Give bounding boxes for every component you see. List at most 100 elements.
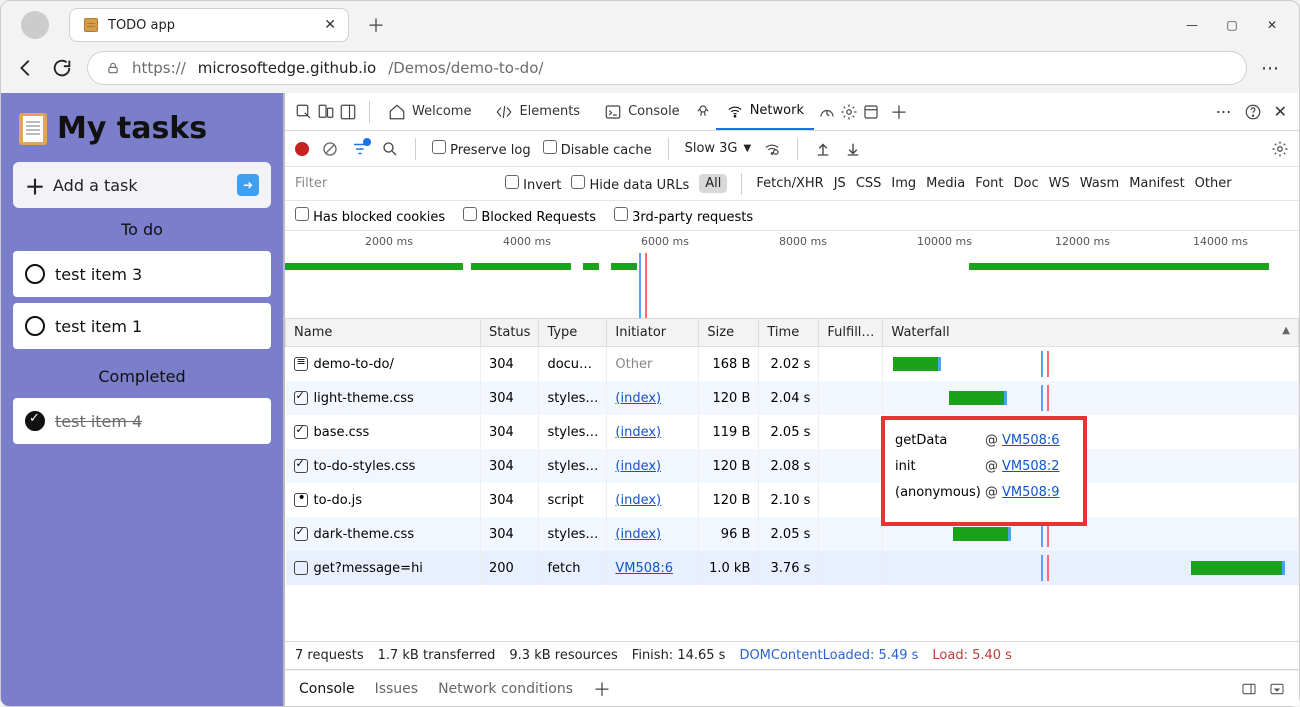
app-icon[interactable] bbox=[862, 103, 880, 121]
filter-type-doc[interactable]: Doc bbox=[1014, 176, 1039, 191]
drawer-dock-icon[interactable] bbox=[1241, 681, 1257, 697]
filter-toggle-icon[interactable] bbox=[351, 140, 369, 158]
column-header[interactable]: Size bbox=[699, 319, 759, 347]
filter-type-all[interactable]: All bbox=[699, 174, 727, 193]
import-har-button[interactable] bbox=[814, 140, 832, 158]
network-settings-icon[interactable] bbox=[1271, 140, 1289, 158]
refresh-button[interactable] bbox=[51, 57, 73, 79]
column-header[interactable]: Waterfall▲ bbox=[883, 319, 1299, 347]
dock-icon[interactable] bbox=[339, 103, 357, 121]
network-timeline-overview[interactable]: 2000 ms4000 ms6000 ms8000 ms10000 ms1200… bbox=[285, 231, 1299, 319]
filter-type-js[interactable]: JS bbox=[834, 176, 846, 191]
request-row[interactable]: base.css304styles…(index)119 B2.05 s bbox=[286, 415, 1299, 449]
drawer-tab-console[interactable]: Console bbox=[299, 681, 355, 697]
column-header[interactable]: Name bbox=[286, 319, 481, 347]
tab-title: TODO app bbox=[108, 18, 314, 33]
new-tab-button[interactable]: ＋ bbox=[357, 12, 395, 38]
more-tabs-button[interactable]: ＋ bbox=[884, 99, 914, 125]
back-button[interactable] bbox=[15, 57, 37, 79]
url-host: microsoftedge.github.io bbox=[198, 59, 376, 77]
section-todo-label: To do bbox=[13, 216, 271, 243]
filter-type-other[interactable]: Other bbox=[1195, 176, 1232, 191]
tab-elements[interactable]: Elements bbox=[485, 93, 590, 130]
profile-avatar[interactable] bbox=[21, 11, 49, 39]
network-conditions-icon[interactable] bbox=[763, 140, 781, 158]
maximize-button[interactable]: ▢ bbox=[1223, 18, 1241, 32]
task-item-completed[interactable]: test item 4 bbox=[13, 398, 271, 444]
source-link[interactable]: VM508:9 bbox=[1002, 480, 1060, 506]
drawer-add-tab-button[interactable]: ＋ bbox=[593, 676, 611, 702]
close-devtools-button[interactable]: ✕ bbox=[1274, 102, 1287, 121]
sources-icon[interactable] bbox=[694, 103, 712, 121]
gear-icon[interactable] bbox=[840, 103, 858, 121]
task-checkbox-checked[interactable] bbox=[25, 411, 45, 431]
close-window-button[interactable]: ✕ bbox=[1263, 18, 1281, 32]
filter-type-img[interactable]: Img bbox=[891, 176, 916, 191]
preserve-log-checkbox[interactable]: Preserve log bbox=[432, 140, 531, 158]
invert-checkbox[interactable]: Invert bbox=[505, 175, 561, 193]
tab-console[interactable]: Console bbox=[594, 93, 690, 130]
request-type-icon bbox=[294, 391, 308, 405]
column-header[interactable]: Time bbox=[759, 319, 819, 347]
source-link[interactable]: VM508:6 bbox=[1002, 428, 1060, 454]
close-tab-icon[interactable]: ✕ bbox=[324, 17, 336, 33]
request-row[interactable]: light-theme.css304styles…(index)120 B2.0… bbox=[286, 381, 1299, 415]
page-favicon bbox=[84, 18, 98, 32]
inspect-icon[interactable] bbox=[295, 103, 313, 121]
network-filter-bar-2: Has blocked cookies Blocked Requests 3rd… bbox=[285, 201, 1299, 231]
device-icon[interactable] bbox=[317, 103, 335, 121]
filter-type-ws[interactable]: WS bbox=[1049, 176, 1070, 191]
minimize-button[interactable]: — bbox=[1183, 18, 1201, 32]
source-link[interactable]: VM508:2 bbox=[1002, 454, 1060, 480]
column-header[interactable]: Fulfill… bbox=[819, 319, 883, 347]
filter-type-manifest[interactable]: Manifest bbox=[1129, 176, 1184, 191]
filter-type-media[interactable]: Media bbox=[926, 176, 965, 191]
task-item[interactable]: test item 3 bbox=[13, 251, 271, 297]
throttling-select[interactable]: Slow 3G ▼ bbox=[685, 141, 752, 156]
filter-type-css[interactable]: CSS bbox=[856, 176, 882, 191]
add-task-input[interactable]: ＋ Add a task ➜ bbox=[13, 162, 271, 208]
todo-app: My tasks ＋ Add a task ➜ To do test item … bbox=[1, 93, 283, 706]
request-row[interactable]: to-do.js304script(index)120 B2.10 s bbox=[286, 483, 1299, 517]
record-button[interactable] bbox=[295, 142, 309, 156]
task-item[interactable]: test item 1 bbox=[13, 303, 271, 349]
search-icon[interactable] bbox=[381, 140, 399, 158]
task-checkbox[interactable] bbox=[25, 316, 45, 336]
submit-task-button[interactable]: ➜ bbox=[237, 174, 259, 196]
task-checkbox[interactable] bbox=[25, 264, 45, 284]
tab-network[interactable]: Network bbox=[716, 93, 814, 130]
request-row[interactable]: dark-theme.css304styles…(index)96 B2.05 … bbox=[286, 517, 1299, 551]
network-request-table[interactable]: NameStatusTypeInitiatorSizeTimeFulfill…W… bbox=[285, 319, 1299, 642]
filter-input[interactable]: Filter bbox=[295, 176, 495, 191]
filter-type-wasm[interactable]: Wasm bbox=[1080, 176, 1119, 191]
drawer-expand-icon[interactable] bbox=[1269, 681, 1285, 697]
summary-resources: 9.3 kB resources bbox=[509, 648, 617, 663]
request-row[interactable]: to-do-styles.css304styles…(index)120 B2.… bbox=[286, 449, 1299, 483]
column-header[interactable]: Status bbox=[481, 319, 539, 347]
callstack-frame: (anonymous)@VM508:9 bbox=[895, 480, 1073, 506]
drawer-tab-issues[interactable]: Issues bbox=[375, 681, 419, 697]
blocked-requests-checkbox[interactable]: Blocked Requests bbox=[463, 207, 596, 225]
filter-type-fetch/xhr[interactable]: Fetch/XHR bbox=[756, 176, 823, 191]
help-icon[interactable] bbox=[1244, 103, 1262, 121]
request-row[interactable]: get?message=hi200fetchVM508:61.0 kB3.76 … bbox=[286, 551, 1299, 585]
column-header[interactable]: Type bbox=[539, 319, 607, 347]
timeline-tick: 6000 ms bbox=[641, 235, 689, 248]
performance-icon[interactable] bbox=[818, 103, 836, 121]
export-har-button[interactable] bbox=[844, 140, 862, 158]
drawer-tab-network-conditions[interactable]: Network conditions bbox=[438, 681, 573, 697]
hide-data-urls-checkbox[interactable]: Hide data URLs bbox=[571, 175, 689, 193]
filter-type-font[interactable]: Font bbox=[975, 176, 1003, 191]
disable-cache-checkbox[interactable]: Disable cache bbox=[543, 140, 652, 158]
devtools-more-button[interactable]: ⋯ bbox=[1216, 102, 1232, 121]
third-party-checkbox[interactable]: 3rd-party requests bbox=[614, 207, 753, 225]
clear-button[interactable] bbox=[321, 140, 339, 158]
browser-menu-button[interactable]: ⋯ bbox=[1261, 58, 1281, 79]
address-bar[interactable]: https://microsoftedge.github.io/Demos/de… bbox=[87, 51, 1247, 85]
add-task-label: Add a task bbox=[53, 176, 138, 195]
column-header[interactable]: Initiator bbox=[607, 319, 699, 347]
blocked-cookies-checkbox[interactable]: Has blocked cookies bbox=[295, 207, 445, 225]
request-row[interactable]: demo-to-do/304docu…Other168 B2.02 s bbox=[286, 347, 1299, 382]
browser-tab[interactable]: TODO app ✕ bbox=[69, 8, 349, 42]
tab-welcome[interactable]: Welcome bbox=[378, 93, 481, 130]
